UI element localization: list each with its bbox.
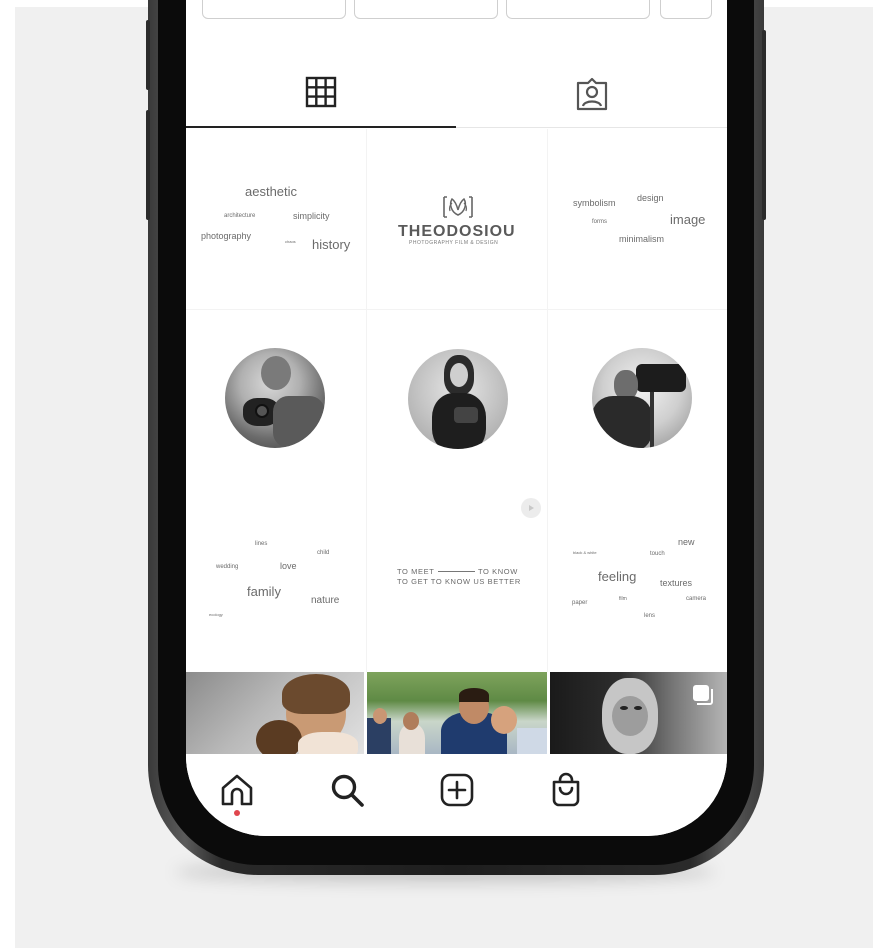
play-icon[interactable]: [521, 498, 541, 518]
caption-dash: [438, 571, 475, 572]
word: textures: [660, 578, 693, 588]
profile-button[interactable]: [354, 0, 498, 19]
nav-search[interactable]: [325, 768, 369, 812]
word: film: [619, 596, 627, 602]
word: architecture: [224, 213, 256, 219]
video-caption-word: TO MEET: [397, 567, 435, 576]
word: minimalism: [619, 234, 664, 244]
word: black & white: [573, 550, 597, 555]
word: touch: [650, 551, 665, 557]
brand-name: THEODOSIOU: [398, 223, 516, 240]
word: design: [637, 193, 664, 203]
word: child: [317, 550, 330, 556]
profile-action-buttons: [186, 0, 727, 22]
nav-add-post[interactable]: [435, 768, 479, 812]
play-triangle-icon: [529, 505, 534, 511]
word: camera: [686, 596, 707, 602]
word: feeling: [598, 569, 637, 584]
home-icon: [221, 774, 253, 806]
word: symbolism: [573, 198, 616, 208]
word: new: [678, 537, 695, 547]
grid-icon: [305, 76, 337, 108]
tab-tagged[interactable]: [457, 58, 727, 128]
post-word-cloud[interactable]: aesthetic architecture simplicity photog…: [186, 129, 366, 309]
word: forms: [592, 219, 607, 225]
word: chaos: [285, 239, 296, 244]
post-logo[interactable]: THEODOSIOU PHOTOGRAPHY FILM & DESIGN: [367, 129, 547, 309]
lotus-logo-icon: [443, 196, 473, 218]
word: family: [247, 584, 281, 599]
volume-button: [146, 20, 150, 90]
word: image: [670, 212, 706, 227]
brand-subtitle: PHOTOGRAPHY FILM & DESIGN: [409, 240, 499, 246]
word: lens: [644, 613, 656, 619]
nav-home[interactable]: [215, 768, 259, 812]
volume-button: [146, 110, 150, 220]
power-button: [762, 30, 766, 220]
video-caption: TO GET TO KNOW US BETTER: [397, 577, 521, 586]
post-photo-portrait-bw[interactable]: [550, 672, 727, 754]
word: nature: [311, 595, 340, 606]
word: photography: [201, 231, 252, 241]
add-post-icon: [440, 773, 474, 807]
word: ecology: [209, 612, 223, 617]
word: lines: [255, 541, 268, 547]
profile-button[interactable]: [202, 0, 346, 19]
word: wedding: [216, 564, 239, 570]
phone-screen: aesthetic architecture simplicity photog…: [186, 0, 727, 836]
word: love: [280, 561, 297, 571]
post-video[interactable]: TO MEET TO KNOW TO GET TO KNOW US BETTER: [367, 310, 547, 672]
avatar: [225, 348, 325, 448]
word: simplicity: [293, 211, 330, 221]
tagged-person-icon: [576, 77, 608, 111]
word: aesthetic: [245, 184, 298, 199]
post-photographer-portrait[interactable]: new black & white touch feeling textures…: [548, 310, 727, 672]
search-icon: [331, 774, 364, 807]
avatar: [408, 349, 508, 449]
profile-tabs: [186, 58, 727, 128]
tab-grid[interactable]: [186, 58, 456, 128]
profile-button[interactable]: [506, 0, 650, 19]
profile-more-button[interactable]: [660, 0, 712, 19]
active-indicator-dot: [234, 810, 240, 816]
bottom-navigation: [186, 754, 727, 836]
post-photo-family[interactable]: [367, 672, 547, 754]
carousel-icon: [693, 685, 713, 705]
shop-icon: [552, 772, 580, 807]
video-caption-word: TO KNOW: [478, 567, 518, 576]
nav-shop[interactable]: [544, 768, 588, 812]
post-photo-children[interactable]: [186, 672, 364, 754]
word: paper: [572, 600, 588, 606]
post-word-cloud[interactable]: symbolism design forms image minimalism: [548, 129, 727, 309]
post-photographer-portrait[interactable]: lines child wedding love family nature e…: [186, 310, 366, 672]
avatar: [592, 348, 692, 448]
word: history: [312, 237, 351, 252]
